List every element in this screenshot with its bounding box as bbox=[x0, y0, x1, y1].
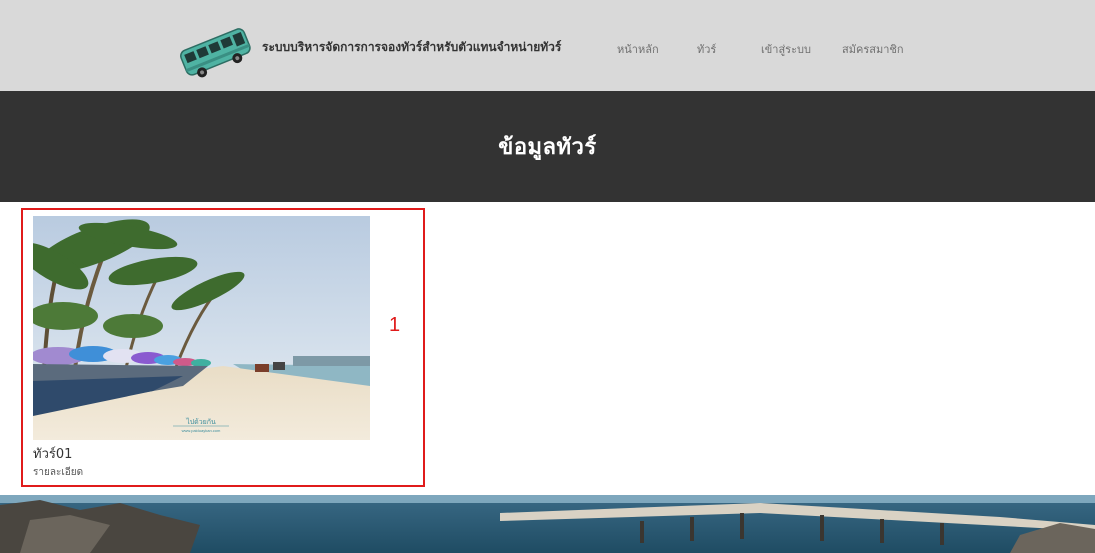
footer-banner-image bbox=[0, 495, 1095, 553]
nav-register[interactable]: สมัครสมาชิก bbox=[842, 40, 904, 58]
site-brand-title[interactable]: ระบบบริหารจัดการการจองทัวร์สำหรับตัวแทนจ… bbox=[262, 38, 561, 57]
bus-icon[interactable] bbox=[175, 21, 255, 79]
tour-card[interactable]: ไปด้วยกัน www.paiduaykan.com ทัวร์01 ราย… bbox=[21, 208, 425, 487]
image-watermark: ไปด้วยกัน bbox=[185, 417, 216, 426]
top-navbar: ระบบบริหารจัดการการจองทัวร์สำหรับตัวแทนจ… bbox=[0, 0, 1095, 91]
nav-login[interactable]: เข้าสู่ระบบ bbox=[761, 40, 811, 58]
tour-name[interactable]: ทัวร์01 bbox=[33, 443, 72, 464]
hero-banner: ข้อมูลทัวร์ bbox=[0, 91, 1095, 202]
page-title: ข้อมูลทัวร์ bbox=[498, 135, 597, 160]
tour-image[interactable]: ไปด้วยกัน www.paiduaykan.com bbox=[33, 216, 370, 440]
tour-detail-link[interactable]: รายละเอียด bbox=[33, 465, 83, 480]
image-watermark-url: www.paiduaykan.com bbox=[182, 428, 221, 433]
annotation-label: 1 bbox=[389, 314, 401, 336]
nav-home[interactable]: หน้าหลัก bbox=[617, 40, 659, 58]
nav-tours[interactable]: ทัวร์ bbox=[697, 40, 716, 58]
